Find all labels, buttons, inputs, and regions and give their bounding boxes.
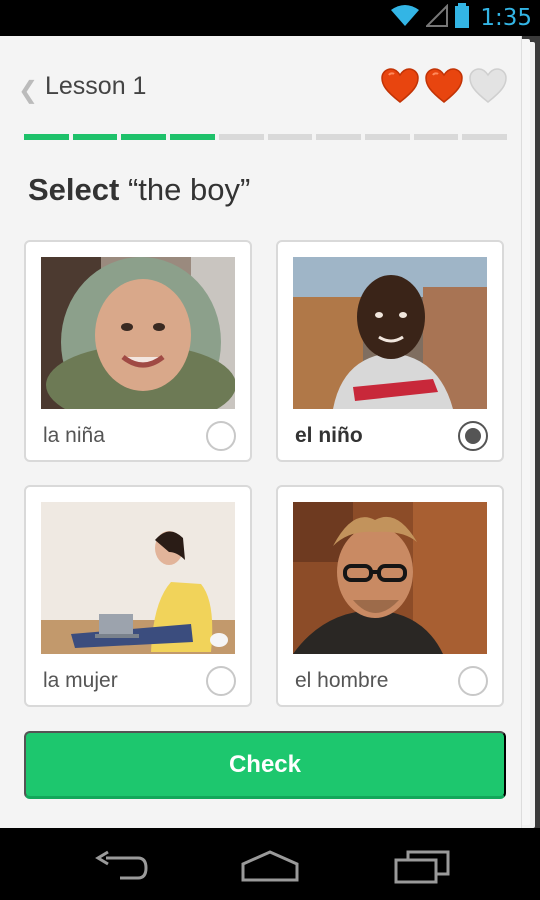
option-label: el hombre: [295, 669, 389, 692]
progress-segment: [462, 134, 508, 140]
photo-girl: [41, 257, 235, 409]
heart-full-icon: [425, 68, 463, 103]
option-radio[interactable]: [458, 421, 488, 451]
status-icons: 1:35: [390, 2, 532, 34]
progress-segment: [72, 134, 118, 140]
option-radio[interactable]: [458, 666, 488, 696]
progress-segment: [170, 134, 215, 140]
navigation-bar: [0, 828, 540, 900]
check-button[interactable]: Check: [24, 731, 506, 799]
progress-segment: [121, 134, 167, 140]
photo-man: [293, 502, 487, 654]
heart-full-icon: [381, 68, 419, 103]
lesson-header: ❮ Lesson 1: [0, 66, 522, 110]
lesson-title[interactable]: Lesson 1: [45, 72, 146, 101]
status-bar: 1:35: [0, 0, 540, 36]
photo-boy: [293, 257, 487, 409]
option-label: la niña: [43, 424, 105, 447]
photo-woman: [41, 502, 235, 654]
option-radio[interactable]: [206, 421, 236, 451]
prompt-instruction: Select: [28, 172, 120, 207]
wifi-icon: [390, 4, 420, 33]
answer-option-la-nina[interactable]: la niña: [24, 240, 252, 462]
option-radio[interactable]: [206, 666, 236, 696]
question-prompt: Select “the boy”: [28, 172, 250, 208]
recent-apps-icon[interactable]: [394, 850, 450, 889]
back-icon[interactable]: [92, 850, 148, 889]
prompt-target-phrase: “the boy”: [127, 172, 251, 207]
lesson-card: ❮ Lesson 1 Select “the boy” la niña el n…: [0, 36, 522, 828]
option-label: el niño: [295, 424, 363, 447]
progress-segment: [364, 134, 410, 140]
battery-icon: [454, 2, 470, 34]
progress-segment: [413, 134, 459, 140]
progress-segment: [24, 134, 69, 140]
hearts: [380, 66, 508, 106]
answer-option-el-hombre[interactable]: el hombre: [276, 485, 504, 707]
back-chevron-icon[interactable]: ❮: [18, 76, 38, 105]
app-screen: ❮ Lesson 1 Select “the boy” la niña el n…: [0, 36, 540, 828]
home-icon[interactable]: [240, 850, 300, 889]
progress-segment: [267, 134, 313, 140]
status-time: 1:35: [480, 5, 532, 31]
lesson-progress-bar: [24, 134, 508, 140]
progress-segment: [316, 134, 361, 140]
answer-option-el-nino[interactable]: el niño: [276, 240, 504, 462]
option-label: la mujer: [43, 669, 118, 692]
signal-icon: [424, 3, 449, 33]
answer-option-la-mujer[interactable]: la mujer: [24, 485, 252, 707]
heart-empty-icon: [469, 68, 507, 103]
progress-segment: [218, 134, 264, 140]
